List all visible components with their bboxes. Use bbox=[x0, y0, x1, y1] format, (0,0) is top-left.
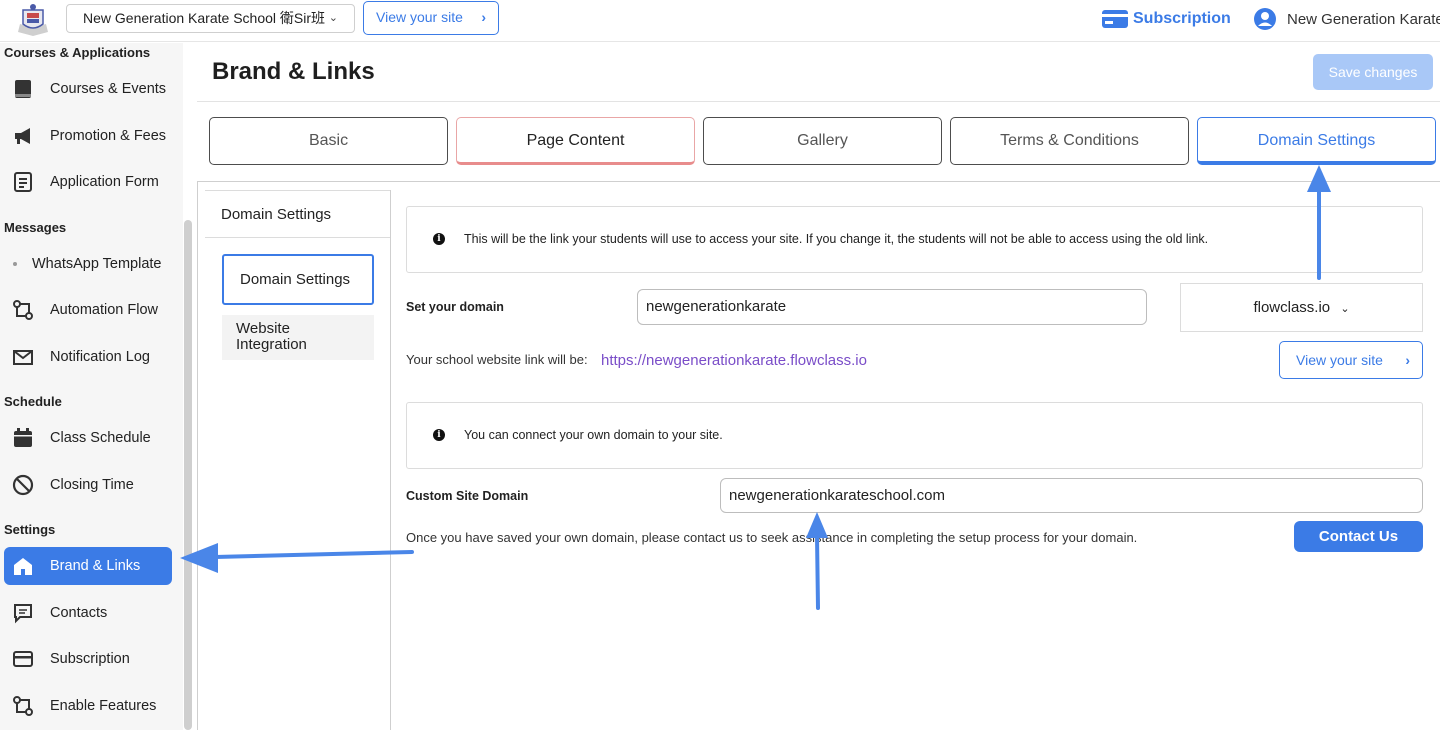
sidebar-item-application-form[interactable]: Application Form bbox=[4, 163, 172, 201]
link-prefix-text: Your school website link will be: bbox=[406, 352, 588, 367]
info-icon: i bbox=[433, 429, 445, 441]
sidebar-item-label: Contacts bbox=[50, 605, 108, 621]
sidebar-item-label: Subscription bbox=[50, 651, 130, 667]
save-changes-button[interactable]: Save changes bbox=[1313, 54, 1433, 90]
form-icon bbox=[10, 169, 36, 195]
custom-domain-info-box: i You can connect your own domain to you… bbox=[406, 402, 1423, 469]
chevron-right-icon: › bbox=[1405, 352, 1410, 368]
sidebar-item-label: Promotion & Fees bbox=[50, 128, 167, 144]
sidebar-item-label: Enable Features bbox=[50, 698, 157, 714]
sidebar-item-label: WhatsApp Template bbox=[32, 256, 162, 272]
message-icon bbox=[10, 600, 36, 626]
domain-info-text: This will be the link your students will… bbox=[464, 232, 1209, 246]
ban-icon bbox=[10, 472, 36, 498]
sidebar-item-courses-events[interactable]: Courses & Events bbox=[4, 70, 172, 108]
custom-domain-label: Custom Site Domain bbox=[406, 489, 529, 503]
header-divider bbox=[197, 101, 1440, 102]
subnav-divider bbox=[390, 190, 391, 730]
subnav-item-website-integration[interactable]: Website Integration bbox=[222, 315, 374, 360]
calendar-icon bbox=[10, 425, 36, 451]
custom-domain-note: Once you have saved your own domain, ple… bbox=[406, 530, 1138, 545]
inbox-icon bbox=[10, 344, 36, 370]
content-border bbox=[197, 181, 198, 730]
domain-input[interactable]: newgenerationkarate bbox=[637, 289, 1147, 325]
sidebar-section-settings: Settings bbox=[4, 522, 56, 537]
subscription-label: Subscription bbox=[1133, 10, 1231, 27]
sidebar-item-label: Notification Log bbox=[50, 349, 150, 365]
school-selector-label: New Generation Karate School 衛Sir班 bbox=[83, 10, 325, 26]
sidebar-section-schedule: Schedule bbox=[4, 394, 62, 409]
domain-suffix-value: flowclass.io bbox=[1253, 299, 1331, 316]
school-selector[interactable]: New Generation Karate School 衛Sir班 ⌄ bbox=[66, 4, 355, 33]
arrow-to-brand-links bbox=[180, 543, 414, 573]
school-logo[interactable] bbox=[8, 2, 58, 40]
sidebar-item-label: Automation Flow bbox=[50, 302, 158, 318]
sidebar-item-notification-log[interactable]: Notification Log bbox=[4, 338, 172, 376]
megaphone-icon bbox=[10, 123, 36, 149]
user-menu[interactable]: New Generation Karate bbox=[1253, 6, 1440, 32]
sidebar-item-label: Closing Time bbox=[50, 477, 134, 493]
user-name: New Generation Karate bbox=[1287, 10, 1440, 28]
school-website-link[interactable]: https://newgenerationkarate.flowclass.io bbox=[601, 352, 867, 369]
sidebar-item-automation-flow[interactable]: Automation Flow bbox=[4, 291, 172, 329]
sidebar-item-contacts[interactable]: Contacts bbox=[4, 594, 172, 632]
top-bar: New Generation Karate School 衛Sir班 ⌄ Vie… bbox=[0, 0, 1440, 42]
sidebar-item-promotion-fees[interactable]: Promotion & Fees bbox=[4, 117, 172, 155]
tab-terms-conditions[interactable]: Terms & Conditions bbox=[950, 117, 1189, 165]
subnav-item-domain-settings[interactable]: Domain Settings bbox=[222, 254, 374, 305]
chevron-right-icon: › bbox=[481, 9, 486, 25]
view-site-label: View your site bbox=[376, 9, 463, 25]
content-border bbox=[197, 181, 1440, 182]
sidebar-item-label: Application Form bbox=[50, 174, 159, 190]
sidebar-item-subscription[interactable]: Subscription bbox=[4, 640, 172, 678]
page-title: Brand & Links bbox=[212, 58, 375, 85]
sidebar-item-label: Brand & Links bbox=[50, 558, 141, 574]
tab-basic[interactable]: Basic bbox=[209, 117, 448, 165]
view-site-label: View your site bbox=[1296, 352, 1383, 368]
sidebar-section-courses: Courses & Applications bbox=[4, 45, 151, 60]
sidebar-item-label: Class Schedule bbox=[50, 430, 151, 446]
sidebar-item-closing-time[interactable]: Closing Time bbox=[4, 466, 172, 504]
chevron-down-icon: ⌄ bbox=[1340, 303, 1350, 315]
credit-card-icon bbox=[1102, 10, 1128, 28]
chevron-down-icon: ⌄ bbox=[328, 12, 338, 24]
dot-icon bbox=[10, 251, 20, 277]
tab-domain-settings[interactable]: Domain Settings bbox=[1197, 117, 1436, 165]
sidebar-scrollbar[interactable] bbox=[184, 220, 192, 730]
tab-gallery[interactable]: Gallery bbox=[703, 117, 942, 165]
view-site-button-top[interactable]: View your site › bbox=[363, 1, 499, 35]
custom-domain-info-text: You can connect your own domain to your … bbox=[464, 428, 723, 442]
set-domain-label: Set your domain bbox=[406, 300, 504, 314]
sidebar-section-messages: Messages bbox=[4, 220, 67, 235]
sidebar-item-class-schedule[interactable]: Class Schedule bbox=[4, 419, 172, 457]
user-avatar-icon bbox=[1254, 8, 1276, 30]
home-icon bbox=[10, 553, 36, 579]
domain-suffix-select[interactable]: flowclass.io ⌄ bbox=[1180, 283, 1423, 332]
card-icon bbox=[10, 646, 36, 672]
sidebar-item-enable-features[interactable]: Enable Features bbox=[4, 687, 172, 725]
sidebar-item-brand-links[interactable]: Brand & Links bbox=[4, 547, 172, 585]
sidebar-item-whatsapp-template[interactable]: WhatsApp Template bbox=[4, 245, 172, 283]
info-icon: i bbox=[433, 233, 445, 245]
book-icon bbox=[10, 76, 36, 102]
sidebar: Courses & Applications Courses & Events … bbox=[0, 43, 183, 730]
view-site-button[interactable]: View your site › bbox=[1279, 341, 1423, 379]
flow-icon bbox=[10, 693, 36, 719]
subscription-link[interactable]: Subscription bbox=[1101, 6, 1231, 32]
custom-domain-input[interactable]: newgenerationkarateschool.com bbox=[720, 478, 1423, 513]
domain-info-box: i This will be the link your students wi… bbox=[406, 206, 1423, 273]
tab-page-content[interactable]: Page Content bbox=[456, 117, 695, 165]
flow-icon bbox=[10, 297, 36, 323]
arrow-to-custom-domain-input bbox=[806, 512, 828, 610]
subnav-header: Domain Settings bbox=[205, 190, 390, 238]
sidebar-item-label: Courses & Events bbox=[50, 81, 167, 97]
contact-us-button[interactable]: Contact Us bbox=[1294, 521, 1423, 552]
